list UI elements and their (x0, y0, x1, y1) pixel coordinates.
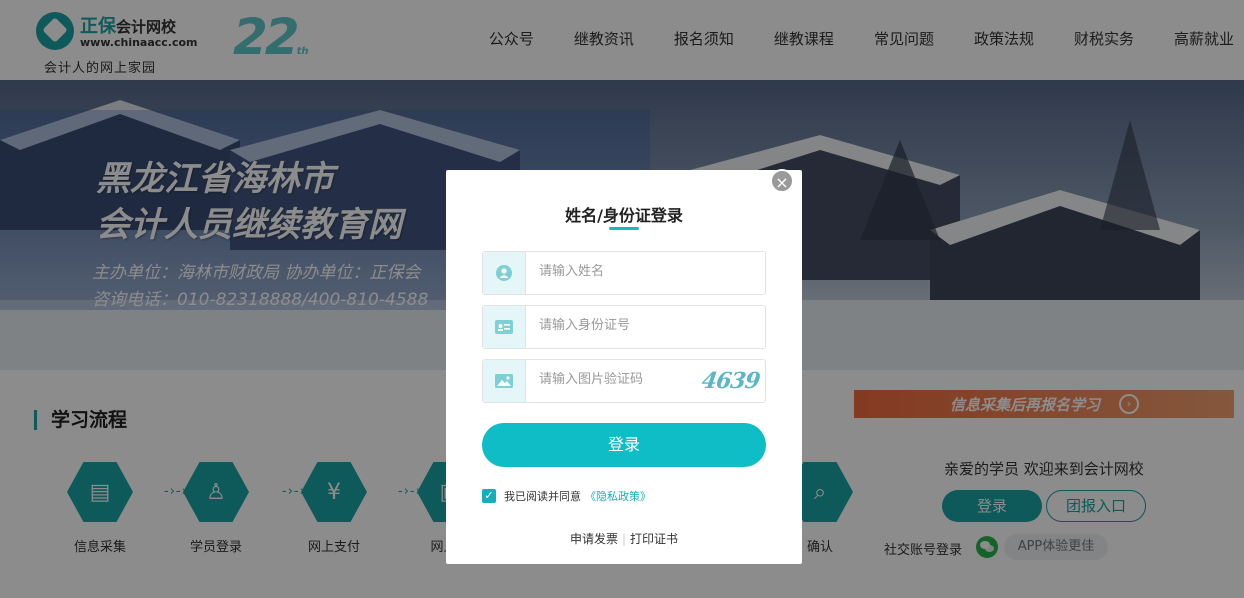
user-icon (483, 252, 526, 294)
agree-text: 我已阅读并同意 (504, 490, 581, 503)
invoice-link[interactable]: 申请发票 (570, 532, 618, 546)
image-icon (483, 360, 526, 402)
login-modal: × 姓名/身份证登录 4639 登录 ✓ 我已阅读并同意 《隐私政策》 申请发票… (446, 169, 802, 564)
id-field[interactable] (482, 305, 766, 349)
captcha-input[interactable] (539, 372, 689, 387)
captcha-image[interactable]: 4639 (700, 368, 761, 394)
id-number-input[interactable] (539, 318, 689, 333)
print-certificate-link[interactable]: 打印证书 (630, 532, 678, 546)
captcha-field[interactable]: 4639 (482, 359, 766, 403)
privacy-agreement: ✓ 我已阅读并同意 《隐私政策》 (482, 488, 651, 504)
id-card-icon (483, 306, 526, 348)
agree-checkbox[interactable]: ✓ (482, 489, 496, 503)
privacy-policy-link[interactable]: 《隐私政策》 (585, 488, 651, 504)
modal-footer-links: 申请发票 | 打印证书 (446, 530, 802, 547)
close-icon[interactable]: × (770, 169, 794, 193)
login-button[interactable]: 登录 (482, 423, 766, 467)
title-underline (609, 227, 639, 230)
name-field[interactable] (482, 251, 766, 295)
name-input[interactable] (539, 264, 689, 279)
modal-title: 姓名/身份证登录 (565, 206, 683, 225)
link-separator: | (621, 532, 627, 546)
